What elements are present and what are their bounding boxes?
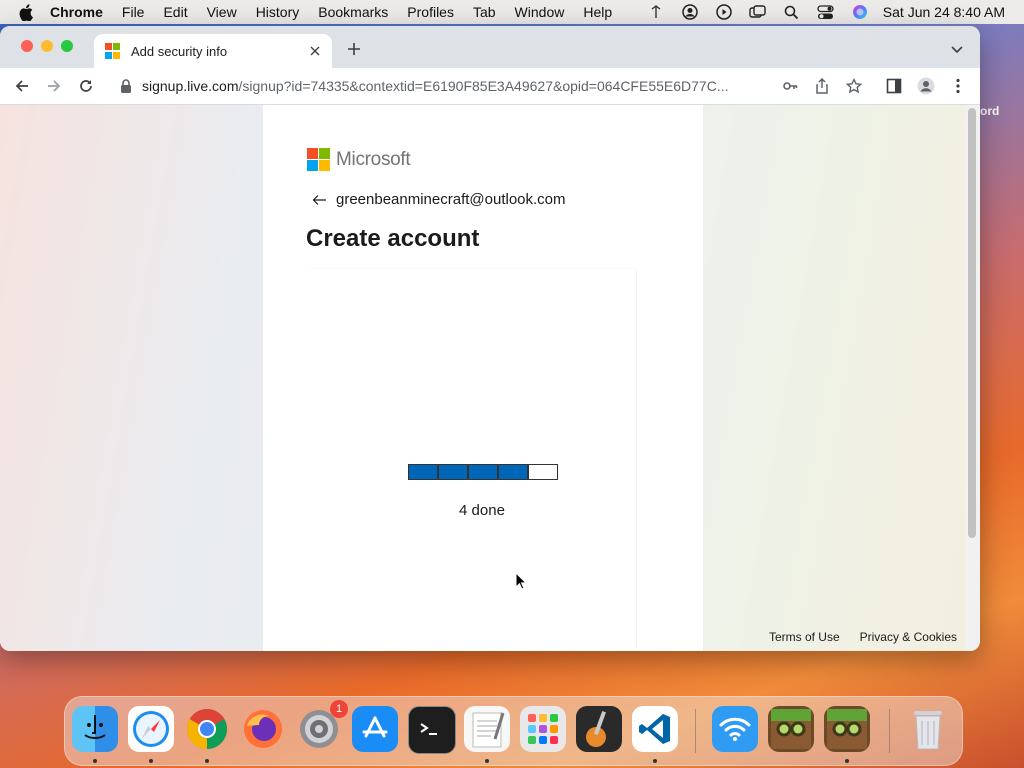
mouse-pointer-icon — [515, 571, 528, 590]
dock-separator-trash — [889, 709, 890, 753]
tab-search-chevron-icon[interactable] — [949, 41, 965, 57]
dock-running-indicator — [205, 759, 209, 763]
siri-icon[interactable] — [851, 3, 869, 21]
url-text: signup.live.com/signup?id=74335&contexti… — [142, 78, 767, 94]
tab-strip: Add security info — [0, 26, 980, 68]
footer-links: Terms of Use Privacy & Cookies — [749, 630, 957, 644]
microsoft-favicon-icon — [105, 43, 121, 59]
chrome-dock-icon[interactable] — [184, 706, 230, 752]
terms-of-use-link[interactable]: Terms of Use — [769, 630, 840, 644]
privacy-cookies-link[interactable]: Privacy & Cookies — [860, 630, 957, 644]
progress-segment — [469, 465, 499, 479]
progress-segment — [499, 465, 529, 479]
garageband-dock-icon[interactable] — [576, 706, 622, 752]
dock-separator — [695, 709, 696, 753]
network-activity-icon[interactable] — [647, 3, 665, 21]
terminal-dock-icon[interactable] — [408, 706, 456, 754]
app-store-dock-icon[interactable] — [352, 706, 398, 752]
menu-history[interactable]: History — [256, 4, 300, 20]
textedit-dock-icon[interactable] — [464, 706, 510, 752]
user-account-icon[interactable] — [681, 3, 699, 21]
lock-icon[interactable] — [120, 79, 132, 93]
menu-window[interactable]: Window — [515, 4, 565, 20]
finder-dock-icon[interactable] — [72, 706, 118, 752]
url-path: /signup?id=74335&contextid=E6190F85E3A49… — [238, 78, 729, 94]
menu-bar: Chrome File Edit View History Bookmarks … — [0, 0, 1024, 24]
menubar-clock[interactable]: Sat Jun 24 8:40 AM — [883, 4, 1005, 20]
spotlight-search-icon[interactable] — [783, 3, 801, 21]
tab-active[interactable]: Add security info — [94, 34, 332, 68]
dock-running-indicator — [845, 759, 849, 763]
password-key-icon[interactable] — [780, 76, 800, 96]
menu-help[interactable]: Help — [583, 4, 612, 20]
menu-profiles[interactable]: Profiles — [407, 4, 454, 20]
back-icon[interactable] — [12, 76, 32, 96]
forward-icon[interactable] — [44, 76, 64, 96]
progress-segment — [409, 465, 439, 479]
dock: 1 — [64, 696, 963, 766]
safari-dock-icon[interactable] — [128, 706, 174, 752]
dock-running-indicator — [93, 759, 97, 763]
signup-card: Microsoft greenbeanminecraft@outlook.com… — [263, 105, 703, 651]
address-bar[interactable]: signup.live.com/signup?id=74335&contexti… — [110, 72, 875, 100]
media-play-icon[interactable] — [715, 3, 733, 21]
tab-title: Add security info — [131, 43, 228, 59]
minecraft-dock-icon[interactable] — [768, 706, 814, 752]
account-email: greenbeanminecraft@outlook.com — [336, 191, 566, 208]
menu-view[interactable]: View — [207, 4, 237, 20]
window-zoom-button[interactable] — [61, 40, 73, 52]
chrome-menu-icon[interactable] — [948, 76, 968, 96]
menu-bookmarks[interactable]: Bookmarks — [318, 4, 388, 20]
identity-banner: greenbeanminecraft@outlook.com — [311, 191, 566, 208]
trash-dock-icon[interactable] — [905, 706, 951, 752]
wifi-utility-dock-icon[interactable] — [712, 706, 758, 752]
menu-tab[interactable]: Tab — [473, 4, 496, 20]
menu-app-name[interactable]: Chrome — [50, 4, 103, 20]
page-title: Create account — [306, 225, 480, 252]
brand-name: Microsoft — [336, 148, 411, 170]
bookmark-star-icon[interactable] — [844, 76, 864, 96]
reload-icon[interactable] — [76, 76, 96, 96]
side-panel-icon[interactable] — [884, 76, 904, 96]
desktop-item-label: ord — [980, 104, 1000, 118]
browser-toolbar: signup.live.com/signup?id=74335&contexti… — [0, 68, 980, 105]
notification-badge: 1 — [330, 700, 348, 718]
url-host: signup.live.com — [142, 78, 239, 94]
vscode-dock-icon[interactable] — [632, 706, 678, 752]
challenge-progress-bar — [408, 464, 558, 480]
microsoft-logo-icon — [307, 148, 330, 171]
progress-label: 4 done — [459, 502, 505, 519]
menu-file[interactable]: File — [122, 4, 145, 20]
scrollbar-thumb[interactable] — [968, 108, 976, 538]
share-icon[interactable] — [812, 76, 832, 96]
screen-mirroring-icon[interactable] — [749, 3, 767, 21]
page-viewport: Microsoft greenbeanminecraft@outlook.com… — [0, 105, 965, 651]
dock-running-indicator — [149, 759, 153, 763]
window-minimize-button[interactable] — [41, 40, 53, 52]
progress-segment — [439, 465, 469, 479]
dock-running-indicator — [485, 759, 489, 763]
back-arrow-icon[interactable] — [311, 192, 327, 208]
tab-close-icon[interactable] — [307, 43, 323, 59]
browser-window: Add security info signup.live.com/signup… — [0, 26, 980, 651]
minecraft-launcher-dock-icon[interactable] — [824, 706, 870, 752]
launchpad-dock-icon[interactable] — [520, 706, 566, 752]
verification-challenge-frame: 4 done — [306, 268, 637, 649]
firefox-dock-icon[interactable] — [240, 706, 286, 752]
microsoft-logo: Microsoft — [307, 148, 411, 171]
page-scrollbar[interactable] — [965, 105, 980, 651]
dock-running-indicator — [653, 759, 657, 763]
profile-avatar-icon[interactable] — [916, 76, 936, 96]
new-tab-icon[interactable] — [345, 40, 363, 58]
system-settings-dock-icon[interactable]: 1 — [296, 700, 348, 752]
control-center-icon[interactable] — [817, 3, 835, 21]
menu-edit[interactable]: Edit — [163, 4, 187, 20]
apple-icon[interactable] — [16, 2, 36, 22]
window-close-button[interactable] — [21, 40, 33, 52]
progress-segment — [529, 465, 557, 479]
